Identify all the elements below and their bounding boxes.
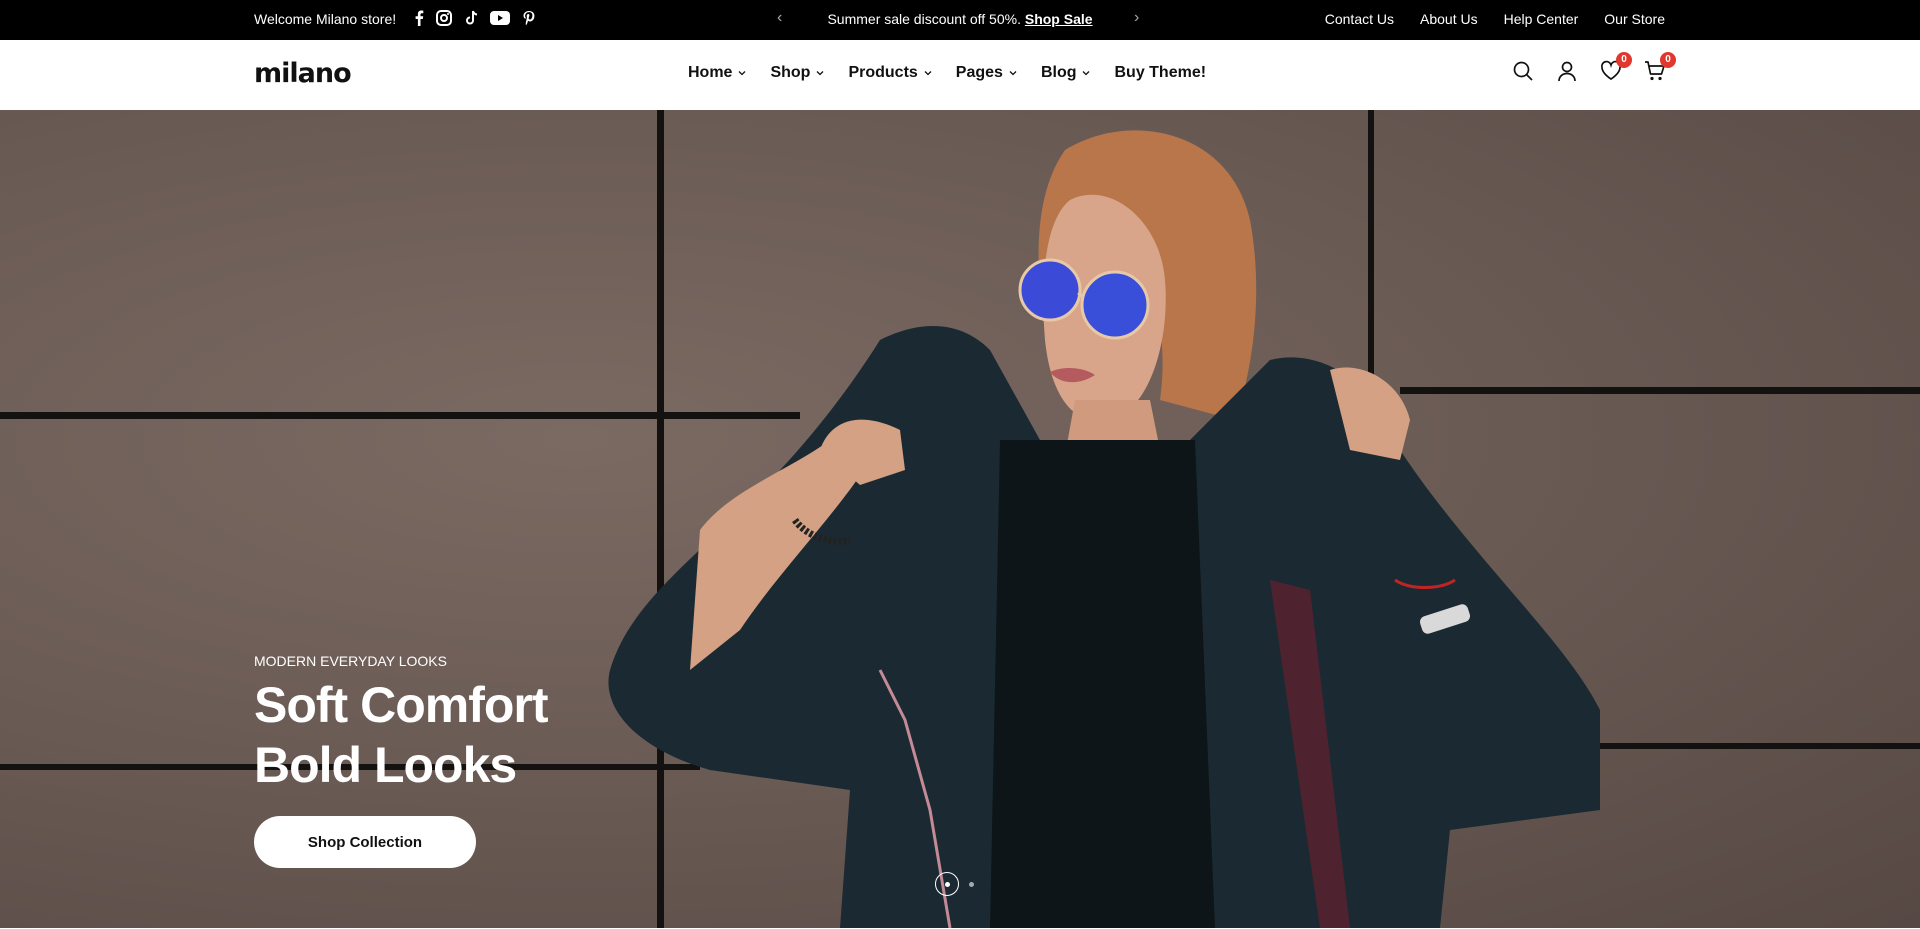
nav-home[interactable]: Home: [688, 64, 746, 82]
nav-products[interactable]: Products: [848, 64, 932, 82]
hero-title-line-1: Soft Comfort: [254, 677, 548, 733]
nav-pages-label: Pages: [955, 64, 1003, 81]
about-us-link[interactable]: About Us: [1420, 11, 1478, 27]
instagram-icon[interactable]: [436, 10, 452, 26]
shop-sale-link[interactable]: Shop Sale: [1025, 11, 1093, 27]
promo-message: Summer sale discount off 50%. Shop Sale: [760, 11, 1160, 27]
account-icon[interactable]: [1556, 60, 1578, 82]
slider-pagination: [935, 872, 974, 896]
help-center-link[interactable]: Help Center: [1504, 11, 1579, 27]
youtube-icon[interactable]: [490, 11, 510, 25]
wishlist-count-badge: 0: [1616, 52, 1632, 68]
logo[interactable]: milano: [254, 58, 352, 89]
main-nav: Home Shop Products Pages Blog Buy Theme!: [688, 64, 1206, 82]
nav-buy-theme[interactable]: Buy Theme!: [1114, 64, 1206, 82]
cart-count-badge: 0: [1660, 52, 1676, 68]
chevron-down-icon: [816, 71, 824, 76]
nav-products-label: Products: [848, 64, 918, 81]
site-header: milano Home Shop Products Pages Blog Buy…: [0, 40, 1920, 110]
chevron-down-icon: [1009, 71, 1017, 76]
nav-pages[interactable]: Pages: [956, 64, 1017, 82]
slide-dot-2[interactable]: [969, 881, 974, 887]
shop-collection-button[interactable]: Shop Collection: [254, 816, 476, 868]
pinterest-icon[interactable]: [522, 10, 536, 26]
social-links: [414, 10, 536, 26]
promo-text: Summer sale discount off 50%.: [827, 11, 1021, 27]
welcome-text: Welcome Milano store!: [254, 11, 397, 27]
hero-title-line-2: Bold Looks: [254, 737, 517, 793]
cart-icon[interactable]: 0: [1644, 52, 1676, 82]
nav-buy-theme-label: Buy Theme!: [1114, 64, 1207, 81]
hero-slider: MODERN EVERYDAY LOOKS Soft Comfort Bold …: [0, 110, 1920, 928]
our-store-link[interactable]: Our Store: [1604, 11, 1665, 27]
facebook-icon[interactable]: [414, 10, 424, 26]
chevron-down-icon: [738, 71, 746, 76]
header-actions: 0 0: [1512, 52, 1676, 82]
chevron-down-icon: [924, 71, 932, 76]
hero-title: Soft Comfort Bold Looks: [254, 675, 548, 795]
nav-blog-label: Blog: [1040, 64, 1077, 81]
slide-dot-1[interactable]: [935, 872, 959, 896]
promo-next-arrow[interactable]: ›: [1134, 9, 1139, 27]
announcement-bar: Welcome Milano store! ‹ Summer sale disc…: [0, 0, 1920, 40]
nav-home-label: Home: [688, 64, 733, 81]
tiktok-icon[interactable]: [464, 10, 478, 26]
contact-us-link[interactable]: Contact Us: [1325, 11, 1394, 27]
nav-shop-label: Shop: [770, 64, 811, 81]
nav-blog[interactable]: Blog: [1041, 64, 1091, 82]
chevron-down-icon: [1083, 71, 1090, 76]
hero-model-image: [608, 130, 1600, 928]
nav-shop[interactable]: Shop: [770, 64, 824, 82]
hero-subtitle: MODERN EVERYDAY LOOKS: [254, 653, 447, 669]
wishlist-icon[interactable]: 0: [1600, 52, 1632, 82]
search-icon[interactable]: [1512, 60, 1534, 82]
utility-links: Contact Us About Us Help Center Our Stor…: [1325, 11, 1665, 27]
